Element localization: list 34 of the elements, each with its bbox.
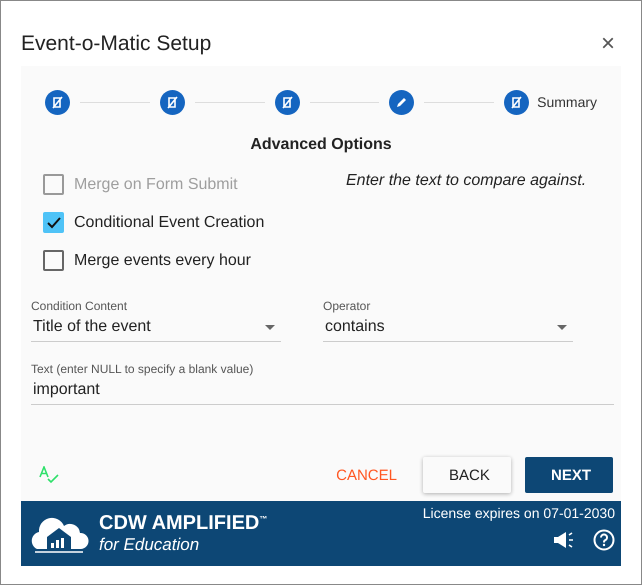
dropdown-caret-icon	[557, 324, 567, 330]
checkbox-label: Conditional Event Creation	[74, 214, 264, 232]
step-done-icon	[510, 96, 524, 108]
next-button[interactable]: NEXT	[525, 457, 613, 493]
input-field[interactable]: Text (enter NULL to specify a blank value) important	[31, 362, 614, 405]
step-circle[interactable]	[274, 90, 300, 114]
checkbox[interactable]	[43, 250, 64, 271]
dropdown-field[interactable]: Condition Content Title of the event	[31, 299, 281, 342]
checkbox-label: Merge on Form Submit	[74, 176, 238, 194]
window-title: Event-o-Matic Setup	[21, 32, 212, 56]
step-done-icon	[166, 96, 179, 108]
step-done-icon	[51, 96, 64, 108]
checkbox-label: Merge events every hour	[74, 252, 251, 270]
section-title: Advanced Options	[249, 136, 393, 154]
help-icon[interactable]	[593, 529, 615, 551]
back-button[interactable]: BACK	[423, 457, 511, 493]
step-circle[interactable]	[504, 90, 530, 114]
logo-subtitle: for Education	[99, 535, 200, 555]
checkmark-icon	[46, 216, 60, 228]
step-label: Summary	[537, 94, 598, 110]
step-circle[interactable]	[160, 90, 185, 114]
dropdown-caret-icon	[265, 324, 275, 330]
license-text: License expires on 07-01-2030	[422, 505, 615, 521]
step-done-icon	[280, 96, 294, 108]
close-button[interactable]: ×	[600, 30, 615, 58]
step-circle[interactable]	[45, 90, 70, 114]
dropdown-field[interactable]: Operator contains	[323, 299, 573, 342]
spellcheck-icon[interactable]	[39, 466, 61, 484]
megaphone-icon[interactable]	[553, 531, 575, 549]
step-circle[interactable]	[389, 90, 414, 114]
pencil-icon	[395, 96, 408, 108]
checkbox[interactable]	[43, 212, 64, 233]
logo-title: CDW AMPLIFIED$^{™}$	[99, 512, 268, 535]
hint-text: Enter the text to compare against.	[346, 172, 586, 191]
